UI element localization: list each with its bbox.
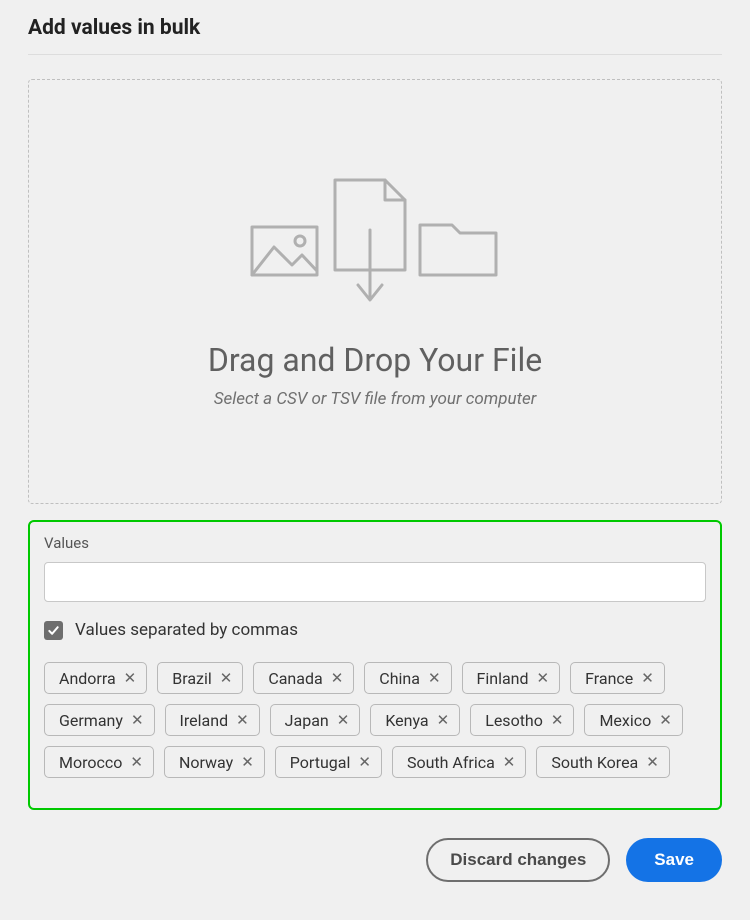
checkbox-label: Values separated by commas bbox=[75, 620, 298, 640]
footer-actions: Discard changes Save bbox=[28, 838, 722, 882]
tag-label: South Korea bbox=[551, 753, 638, 772]
page-title: Add values in bulk bbox=[28, 16, 722, 55]
values-label: Values bbox=[44, 534, 706, 552]
value-tag[interactable]: Kenya ✕ bbox=[370, 704, 460, 736]
tag-label: Canada bbox=[268, 669, 322, 688]
close-icon[interactable]: ✕ bbox=[358, 755, 371, 770]
value-tag[interactable]: Finland ✕ bbox=[462, 662, 561, 694]
value-tag[interactable]: South Africa ✕ bbox=[392, 746, 526, 778]
values-section-highlighted: Values Values separated by commas Andorr… bbox=[28, 520, 722, 810]
close-icon[interactable]: ✕ bbox=[641, 671, 654, 686]
value-tag[interactable]: China ✕ bbox=[364, 662, 451, 694]
value-tag[interactable]: South Korea ✕ bbox=[536, 746, 669, 778]
tag-label: Germany bbox=[59, 711, 123, 730]
close-icon[interactable]: ✕ bbox=[130, 755, 143, 770]
tag-label: Andorra bbox=[59, 669, 116, 688]
tag-label: Morocco bbox=[59, 753, 122, 772]
close-icon[interactable]: ✕ bbox=[124, 671, 137, 686]
close-icon[interactable]: ✕ bbox=[503, 755, 516, 770]
dropzone-icons bbox=[250, 175, 500, 305]
tag-label: Norway bbox=[179, 753, 233, 772]
tag-label: Finland bbox=[477, 669, 529, 688]
tag-label: Mexico bbox=[599, 711, 651, 730]
value-tag[interactable]: France ✕ bbox=[570, 662, 665, 694]
close-icon[interactable]: ✕ bbox=[646, 755, 659, 770]
file-dropzone[interactable]: Drag and Drop Your File Select a CSV or … bbox=[28, 79, 722, 504]
value-tag[interactable]: Morocco ✕ bbox=[44, 746, 154, 778]
comma-separated-checkbox[interactable] bbox=[44, 621, 63, 640]
tag-label: Portugal bbox=[290, 753, 351, 772]
tag-label: Japan bbox=[285, 711, 329, 730]
tag-label: China bbox=[379, 669, 420, 688]
value-tag[interactable]: Lesotho ✕ bbox=[470, 704, 574, 736]
value-tag[interactable]: Japan ✕ bbox=[270, 704, 361, 736]
values-input[interactable] bbox=[44, 562, 706, 602]
dropzone-subtitle: Select a CSV or TSV file from your compu… bbox=[214, 389, 537, 409]
close-icon[interactable]: ✕ bbox=[236, 713, 249, 728]
tag-label: Lesotho bbox=[485, 711, 543, 730]
value-tag[interactable]: Andorra ✕ bbox=[44, 662, 147, 694]
checkmark-icon bbox=[47, 624, 60, 637]
tag-label: Ireland bbox=[180, 711, 229, 730]
close-icon[interactable]: ✕ bbox=[551, 713, 564, 728]
close-icon[interactable]: ✕ bbox=[337, 713, 350, 728]
close-icon[interactable]: ✕ bbox=[241, 755, 254, 770]
tag-label: France bbox=[585, 669, 633, 688]
save-button[interactable]: Save bbox=[626, 838, 722, 882]
close-icon[interactable]: ✕ bbox=[659, 713, 672, 728]
tag-label: Kenya bbox=[385, 711, 428, 730]
discard-button[interactable]: Discard changes bbox=[426, 838, 610, 882]
value-tag[interactable]: Portugal ✕ bbox=[275, 746, 382, 778]
value-tag[interactable]: Germany ✕ bbox=[44, 704, 155, 736]
value-tag[interactable]: Brazil ✕ bbox=[157, 662, 243, 694]
close-icon[interactable]: ✕ bbox=[131, 713, 144, 728]
close-icon[interactable]: ✕ bbox=[437, 713, 450, 728]
close-icon[interactable]: ✕ bbox=[331, 671, 344, 686]
tag-label: South Africa bbox=[407, 753, 495, 772]
tags-container: Andorra✕Brazil✕Canada✕China✕Finland✕Fran… bbox=[44, 662, 706, 788]
close-icon[interactable]: ✕ bbox=[220, 671, 233, 686]
close-icon[interactable]: ✕ bbox=[428, 671, 441, 686]
value-tag[interactable]: Canada ✕ bbox=[253, 662, 354, 694]
value-tag[interactable]: Norway ✕ bbox=[164, 746, 265, 778]
tag-label: Brazil bbox=[172, 669, 212, 688]
dropzone-heading: Drag and Drop Your File bbox=[208, 341, 542, 379]
value-tag[interactable]: Ireland ✕ bbox=[165, 704, 260, 736]
close-icon[interactable]: ✕ bbox=[537, 671, 550, 686]
value-tag[interactable]: Mexico ✕ bbox=[584, 704, 682, 736]
comma-separated-checkbox-row[interactable]: Values separated by commas bbox=[44, 620, 706, 640]
